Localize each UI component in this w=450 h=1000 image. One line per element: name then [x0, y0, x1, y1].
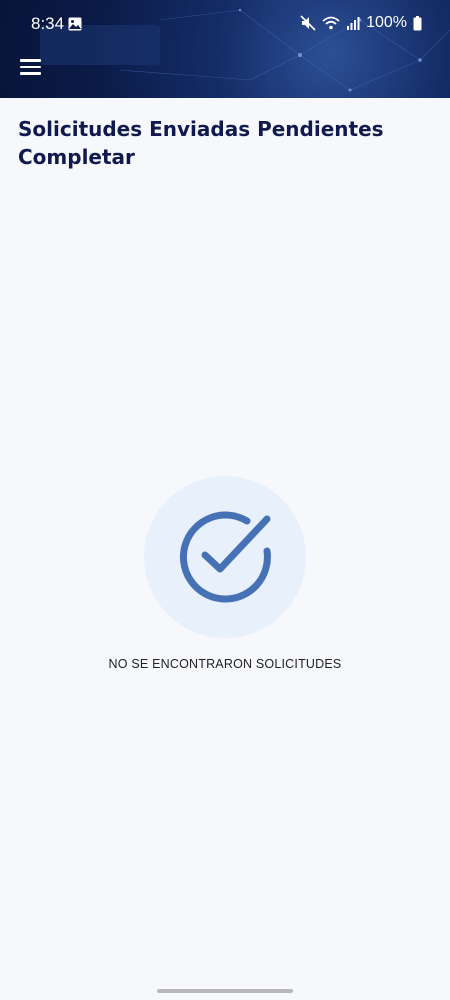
home-indicator[interactable]	[157, 989, 293, 993]
signal-icon	[347, 17, 360, 30]
empty-state-illustration	[144, 476, 306, 638]
battery-percent: 100%	[366, 14, 407, 31]
gallery-icon	[68, 17, 82, 31]
hamburger-menu-icon[interactable]	[20, 58, 42, 76]
check-circle-icon	[179, 511, 271, 603]
status-time: 8:34	[31, 14, 65, 33]
page-title: Solicitudes Enviadas Pendientes Completa…	[18, 117, 384, 169]
empty-state-message: NO SE ENCONTRARON SOLICITUDES	[108, 657, 342, 671]
app-header: 8:34 100%	[0, 0, 450, 98]
status-bar: 8:34 100%	[0, 0, 450, 50]
battery-icon	[413, 15, 422, 30]
mute-icon	[300, 15, 316, 31]
wifi-icon	[322, 16, 340, 30]
